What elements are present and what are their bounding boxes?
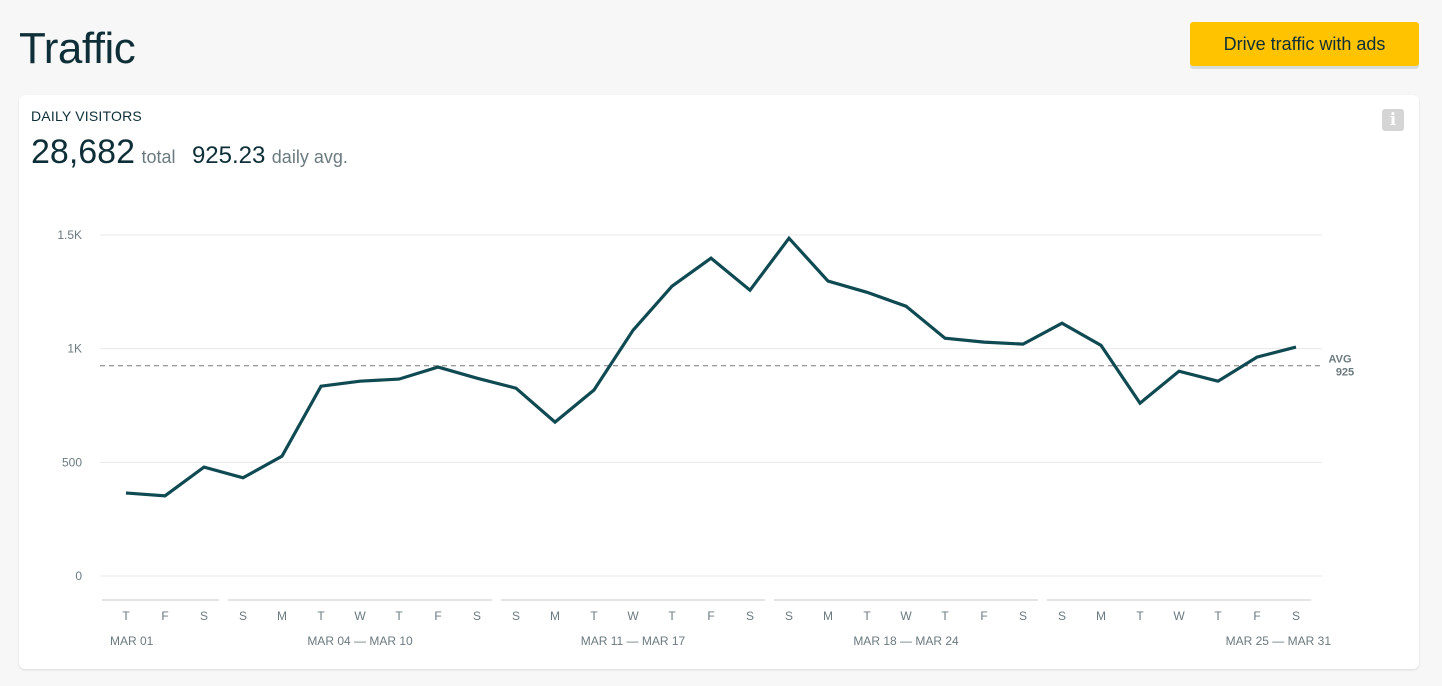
x-tick-label: M: [277, 609, 287, 623]
x-tick-label: W: [627, 609, 639, 623]
series-line: [125, 235, 1297, 498]
x-tick-label: T: [1136, 609, 1144, 623]
average-label-value: 925: [1336, 367, 1354, 379]
x-tick-label: T: [941, 609, 949, 623]
x-tick-label: T: [590, 609, 598, 623]
line-chart: 1.5K1K5000 AVG925 MAR 01 MAR 04 — MAR 10 M…: [57, 228, 1354, 648]
x-tick-label: T: [863, 609, 871, 623]
x-tick-label: M: [1096, 609, 1106, 623]
week-label: MAR 18 — MAR 24: [853, 634, 959, 648]
x-tick-label: S: [239, 609, 247, 623]
line-layer: [125, 235, 1297, 498]
week-label: MAR 04 — MAR 10: [307, 634, 413, 648]
x-tick-label: W: [900, 609, 912, 623]
y-tick-label: 1K: [67, 342, 82, 356]
x-tick-label: S: [746, 609, 754, 623]
y-tick-label: 500: [62, 455, 82, 469]
x-tick-label: M: [823, 609, 833, 623]
x-tick-label: S: [473, 609, 481, 623]
week-label: MAR 25 — MAR 31: [1226, 634, 1332, 648]
x-tick-label: S: [785, 609, 793, 623]
x-tick-label: T: [317, 609, 325, 623]
x-tick-label: S: [1058, 609, 1066, 623]
x-tick-label: F: [707, 609, 714, 623]
y-tick-label: 1.5K: [57, 228, 82, 242]
x-tick-label: F: [980, 609, 987, 623]
average-layer: AVG925: [100, 354, 1354, 379]
x-tick-label: T: [1214, 609, 1222, 623]
x-tick-label: T: [122, 609, 130, 623]
x-tick-label: S: [200, 609, 208, 623]
x-tick-label: F: [161, 609, 168, 623]
average-label-top: AVG: [1328, 354, 1351, 366]
x-tick-label: F: [434, 609, 441, 623]
grid-layer: 1.5K 1K 500 0: [57, 228, 1322, 583]
x-tick-label: S: [512, 609, 520, 623]
x-tick-label: S: [1019, 609, 1027, 623]
x-tick-label: W: [354, 609, 366, 623]
x-tick-label: M: [550, 609, 560, 623]
x-tick-label: F: [1253, 609, 1260, 623]
x-tick-label: T: [395, 609, 403, 623]
x-tick-label: S: [1292, 609, 1300, 623]
x-axis-layer: MAR 01 MAR 04 — MAR 10 MAR 11 — MAR 17 MAR …: [102, 599, 1332, 648]
week-label: MAR 11 — MAR 17: [581, 634, 686, 648]
x-tick-label: W: [1173, 609, 1185, 623]
y-tick-label: 0: [75, 569, 82, 583]
x-tick-label: T: [668, 609, 676, 623]
week-label: MAR 01: [110, 634, 154, 648]
